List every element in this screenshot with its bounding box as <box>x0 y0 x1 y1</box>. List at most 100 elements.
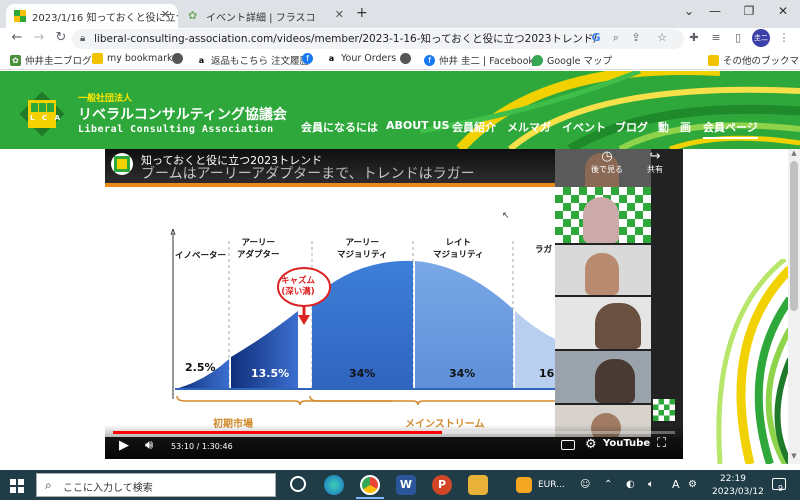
new-tab-button[interactable]: + <box>356 5 368 21</box>
folder-icon <box>708 54 719 66</box>
blog-icon: ✿ <box>10 54 21 66</box>
bookmark-item[interactable] <box>400 53 411 64</box>
reload-icon[interactable]: ↻ <box>52 30 70 45</box>
chrome-icon[interactable] <box>360 475 380 495</box>
back-arrow-icon[interactable]: ← <box>8 30 26 45</box>
ime-indicator[interactable]: A <box>672 478 680 491</box>
nav-newsletter[interactable]: メルマガ <box>507 119 551 135</box>
value-laggards: 16 <box>539 367 555 380</box>
video-time: 53:10 / 1:30:46 <box>171 442 233 451</box>
flasco-favicon-icon: ✿ <box>188 9 198 22</box>
browser-tab-strip: 2023/1/16 知っておくと役に立つ2023 ✕ ✿ イベント詳細 | フラ… <box>0 0 800 28</box>
nav-join[interactable]: 会員になるには <box>301 119 378 135</box>
people-icon[interactable]: ☺ <box>580 479 590 490</box>
folder-icon <box>92 53 103 64</box>
close-tab-icon[interactable]: ✕ <box>335 8 344 21</box>
facebook-icon: f <box>424 54 435 66</box>
segment-label-late-majority: レイト マジョリティ <box>433 238 484 260</box>
google-lens-icon[interactable]: G <box>588 31 604 44</box>
forward-arrow-icon[interactable]: → <box>30 30 48 45</box>
settings-gear-icon[interactable]: ⚙ <box>585 437 597 452</box>
bookmark-item[interactable]: a 返品もこちら 注文履歴 <box>196 53 309 67</box>
edge-icon[interactable] <box>324 475 344 495</box>
bookmark-item[interactable]: f 仲井 圭二 | Facebook <box>424 53 534 67</box>
profile-avatar[interactable]: 圭二 <box>752 29 770 47</box>
logo-letter: L <box>30 114 35 122</box>
share-icon[interactable]: ⇪ <box>628 31 644 44</box>
side-panel-icon[interactable]: ▯ <box>730 31 746 44</box>
youtube-logo[interactable]: YouTube <box>603 438 650 449</box>
share-arrow-icon: ↪ <box>649 149 661 164</box>
nav-member-page[interactable]: 会員ページ <box>703 119 758 139</box>
mouse-cursor-icon: ↖ <box>502 211 510 221</box>
bookmark-item[interactable]: ✿ 仲井圭二ブログ <box>10 53 92 67</box>
tab-inactive[interactable]: ✿ イベント詳細 | フラスコ ✕ <box>180 4 352 28</box>
close-tab-icon[interactable]: ✕ <box>161 8 170 21</box>
scroll-up-icon[interactable]: ▲ <box>790 149 798 159</box>
bookmark-star-icon[interactable]: ☆ <box>654 31 670 44</box>
task-view-icon[interactable] <box>290 476 306 492</box>
channel-avatar[interactable] <box>111 153 133 175</box>
show-hidden-icons-chevron-icon[interactable]: ⌃ <box>604 479 612 490</box>
volume-icon[interactable]: 🔊︎ <box>145 438 153 453</box>
bookmark-item[interactable] <box>172 53 183 64</box>
tab-title: 2023/1/16 知っておくと役に立つ2023 <box>32 12 178 24</box>
scroll-thumb[interactable] <box>790 161 798 311</box>
network-icon[interactable]: ◐ <box>626 479 635 490</box>
participants-column <box>555 149 683 437</box>
windows-start-icon[interactable] <box>10 478 24 497</box>
file-explorer-icon[interactable] <box>468 475 488 495</box>
bookmark-item[interactable]: my bookmark <box>92 53 173 64</box>
restore-icon[interactable]: ❐ <box>734 4 764 18</box>
segment-label-early-adopters: アーリー アダプター <box>237 238 280 260</box>
minimize-icon[interactable]: — <box>700 4 730 18</box>
tab-active[interactable]: 2023/1/16 知っておくと役に立つ2023 ✕ <box>6 4 178 28</box>
page-scrollbar[interactable]: ▲ ▼ <box>788 149 800 464</box>
video-player[interactable]: ブームはアーリーアダプターまで、トレンドはラガー <box>105 149 683 459</box>
nav-events[interactable]: イベント <box>562 119 606 135</box>
stocks-icon[interactable] <box>516 477 532 493</box>
participant-tile <box>555 297 651 349</box>
scroll-down-icon[interactable]: ▼ <box>790 452 798 462</box>
watch-later-button[interactable]: ◷ 後で見る <box>587 149 627 175</box>
taskbar-search-box[interactable]: ⌕ ここに入力して検索 <box>36 473 276 497</box>
ime-settings-icon[interactable]: ⚙ <box>688 479 697 490</box>
share-button[interactable]: ↪ 共有 <box>637 149 673 175</box>
org-name-ja[interactable]: リベラルコンサルティング協議会 <box>78 104 287 124</box>
video-title[interactable]: 知っておくと役に立つ2023トレンド <box>141 152 322 168</box>
menu-kebab-icon[interactable]: ⋮ <box>776 31 792 44</box>
nav-videos[interactable]: 動 画 <box>658 119 691 135</box>
play-icon[interactable]: ▶ <box>119 438 129 453</box>
active-app-indicator <box>356 497 384 499</box>
other-bookmarks[interactable]: その他のブックマーク <box>708 53 800 67</box>
video-progress-fill <box>113 431 443 434</box>
speaker-icon[interactable]: 🔈︎ <box>648 479 654 490</box>
logo-letter: A <box>54 114 60 122</box>
org-name-en[interactable]: Liberal Consulting Association <box>78 124 274 135</box>
close-window-icon[interactable]: ✕ <box>768 4 798 18</box>
word-icon[interactable]: W <box>396 475 416 495</box>
nav-members[interactable]: 会員紹介 <box>452 119 496 135</box>
extensions-puzzle-icon[interactable]: ✚ <box>686 31 702 44</box>
bookmark-item[interactable]: a Your Orders <box>326 53 396 64</box>
nav-blog[interactable]: ブログ <box>615 119 648 135</box>
clock-date[interactable]: 2023/03/12 <box>712 487 764 497</box>
reading-list-icon[interactable]: ≡ <box>708 31 724 44</box>
powerpoint-icon[interactable]: P <box>432 475 452 495</box>
video-progress-track[interactable] <box>113 431 675 434</box>
channel-watermark[interactable] <box>653 399 675 421</box>
tab-title: イベント詳細 | フラスコ <box>206 12 316 24</box>
nav-about[interactable]: ABOUT US <box>386 119 449 132</box>
fullscreen-icon[interactable]: ⛶ <box>657 436 666 451</box>
zoom-icon[interactable]: ⌕ <box>608 31 624 45</box>
clock-time[interactable]: 22:19 <box>720 474 746 484</box>
captions-icon[interactable] <box>561 440 575 450</box>
search-icon: ⌕ <box>45 478 52 492</box>
logo-letters: L C A <box>30 114 60 122</box>
person-figure <box>583 197 619 243</box>
bookmark-item[interactable]: Google マップ <box>532 53 612 67</box>
value-early-adopters: 13.5% <box>251 367 290 380</box>
bookmark-item[interactable]: f <box>302 53 313 64</box>
person-figure <box>585 253 619 295</box>
stock-ticker[interactable]: EUR... <box>538 480 565 490</box>
